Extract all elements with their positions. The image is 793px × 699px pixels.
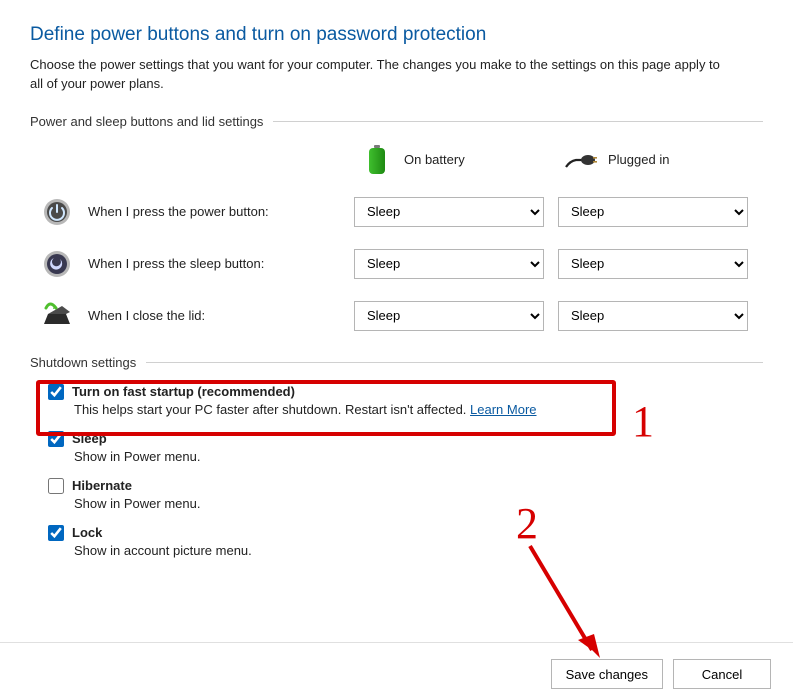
footer-separator bbox=[0, 642, 793, 643]
sleep-checkbox[interactable] bbox=[48, 431, 64, 447]
col-header-plugged: Plugged in bbox=[558, 143, 748, 177]
page-subtitle: Choose the power settings that you want … bbox=[30, 56, 730, 94]
row-label-sleep-text: When I press the sleep button: bbox=[88, 256, 264, 271]
sleep-desc: Show in Power menu. bbox=[74, 449, 763, 464]
power-plugged-select[interactable]: Sleep bbox=[558, 197, 748, 227]
fast-startup-label: Turn on fast startup (recommended) bbox=[72, 384, 295, 399]
col-header-battery-text: On battery bbox=[404, 152, 465, 167]
row-label-lid-text: When I close the lid: bbox=[88, 308, 205, 323]
option-sleep: Sleep Show in Power menu. bbox=[48, 431, 763, 464]
hibernate-checkbox[interactable] bbox=[48, 478, 64, 494]
row-label-sleep: When I press the sleep button: bbox=[40, 247, 340, 281]
save-changes-button[interactable]: Save changes bbox=[551, 659, 663, 689]
footer: Save changes Cancel bbox=[551, 659, 771, 689]
plug-icon bbox=[564, 143, 598, 177]
lid-plugged-select[interactable]: Sleep bbox=[558, 301, 748, 331]
lid-icon bbox=[40, 299, 74, 333]
page-title: Define power buttons and turn on passwor… bbox=[30, 24, 763, 46]
option-fast-startup: Turn on fast startup (recommended) This … bbox=[48, 384, 763, 417]
section-shutdown-label: Shutdown settings bbox=[30, 355, 763, 370]
power-grid: On battery Plugged in When I press the p… bbox=[40, 143, 763, 333]
hibernate-label: Hibernate bbox=[72, 478, 132, 493]
cancel-button[interactable]: Cancel bbox=[673, 659, 771, 689]
col-header-plugged-text: Plugged in bbox=[608, 152, 669, 167]
option-hibernate: Hibernate Show in Power menu. bbox=[48, 478, 763, 511]
section-shutdown-label-text: Shutdown settings bbox=[30, 355, 136, 370]
lid-battery-select[interactable]: Sleep bbox=[354, 301, 544, 331]
sleep-plugged-select[interactable]: Sleep bbox=[558, 249, 748, 279]
learn-more-link[interactable]: Learn More bbox=[470, 402, 536, 417]
power-battery-select[interactable]: Sleep bbox=[354, 197, 544, 227]
hibernate-desc: Show in Power menu. bbox=[74, 496, 763, 511]
fast-startup-desc-text: This helps start your PC faster after sh… bbox=[74, 402, 470, 417]
shutdown-list: Turn on fast startup (recommended) This … bbox=[48, 384, 763, 558]
lock-checkbox[interactable] bbox=[48, 525, 64, 541]
power-button-icon bbox=[40, 195, 74, 229]
fast-startup-checkbox[interactable] bbox=[48, 384, 64, 400]
section-power-label: Power and sleep buttons and lid settings bbox=[30, 114, 763, 129]
annotation-arrow-icon bbox=[520, 540, 620, 670]
lock-label: Lock bbox=[72, 525, 102, 540]
sleep-button-icon bbox=[40, 247, 74, 281]
row-label-power: When I press the power button: bbox=[40, 195, 340, 229]
sleep-battery-select[interactable]: Sleep bbox=[354, 249, 544, 279]
battery-icon bbox=[360, 143, 394, 177]
row-label-power-text: When I press the power button: bbox=[88, 204, 269, 219]
lock-desc: Show in account picture menu. bbox=[74, 543, 763, 558]
col-header-battery: On battery bbox=[354, 143, 544, 177]
fast-startup-desc: This helps start your PC faster after sh… bbox=[74, 402, 763, 417]
section-power-label-text: Power and sleep buttons and lid settings bbox=[30, 114, 263, 129]
option-lock: Lock Show in account picture menu. bbox=[48, 525, 763, 558]
sleep-label: Sleep bbox=[72, 431, 107, 446]
row-label-lid: When I close the lid: bbox=[40, 299, 340, 333]
